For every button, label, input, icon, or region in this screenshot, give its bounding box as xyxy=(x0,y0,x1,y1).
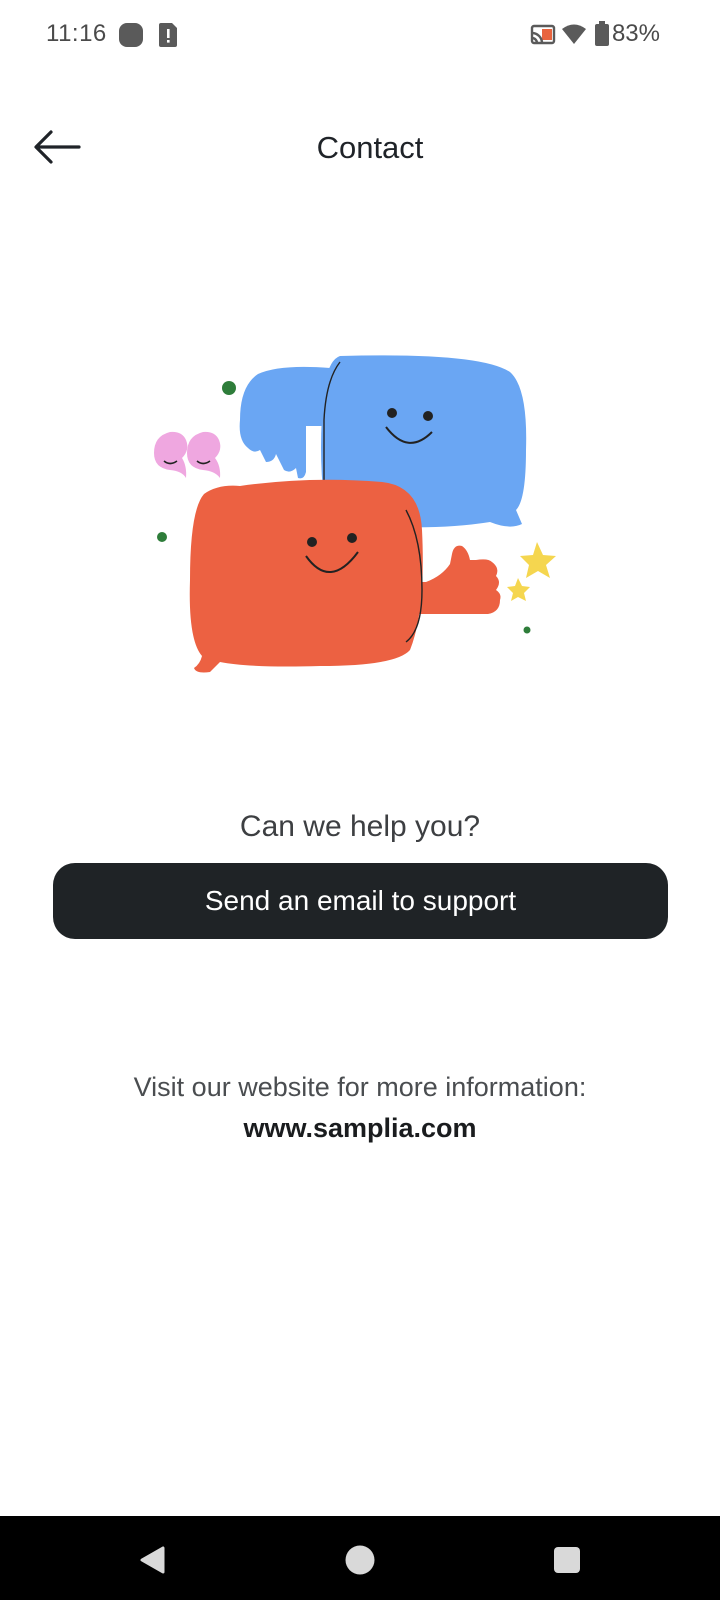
status-bar: 11:16 83% xyxy=(0,0,720,72)
star-icon xyxy=(507,578,530,601)
quote-marks-icon xyxy=(154,431,221,478)
nav-back-button[interactable] xyxy=(132,1542,172,1582)
nav-recents-button[interactable] xyxy=(547,1542,587,1582)
triangle-back-icon xyxy=(137,1545,167,1580)
decor-dot xyxy=(523,626,531,634)
send-email-button-label: Send an email to support xyxy=(204,885,517,916)
cast-icon xyxy=(530,24,556,51)
battery-percent: 83% xyxy=(611,20,660,47)
nav-home-button[interactable] xyxy=(340,1542,380,1582)
status-time: 11:16 xyxy=(46,20,107,47)
page-title: Contact xyxy=(316,130,424,165)
wifi-icon xyxy=(561,23,587,50)
star-icon xyxy=(520,542,556,578)
square-recents-icon xyxy=(552,1545,582,1580)
send-email-button[interactable]: Send an email to support xyxy=(53,863,668,939)
circle-home-icon xyxy=(344,1544,376,1581)
website-link[interactable]: www.samplia.com xyxy=(0,1113,720,1144)
notification-app-icon xyxy=(118,22,144,53)
website-info-text: Visit our website for more information: xyxy=(133,1072,587,1102)
system-nav-bar xyxy=(0,1516,720,1600)
decor-dot xyxy=(157,532,167,542)
app-header: Contact xyxy=(0,110,720,190)
sim-alert-icon xyxy=(158,22,178,53)
battery-icon xyxy=(594,21,610,52)
decor-dot xyxy=(222,381,236,395)
chat-bubbles-illustration xyxy=(140,350,580,690)
help-heading: Can we help you? xyxy=(239,810,481,843)
